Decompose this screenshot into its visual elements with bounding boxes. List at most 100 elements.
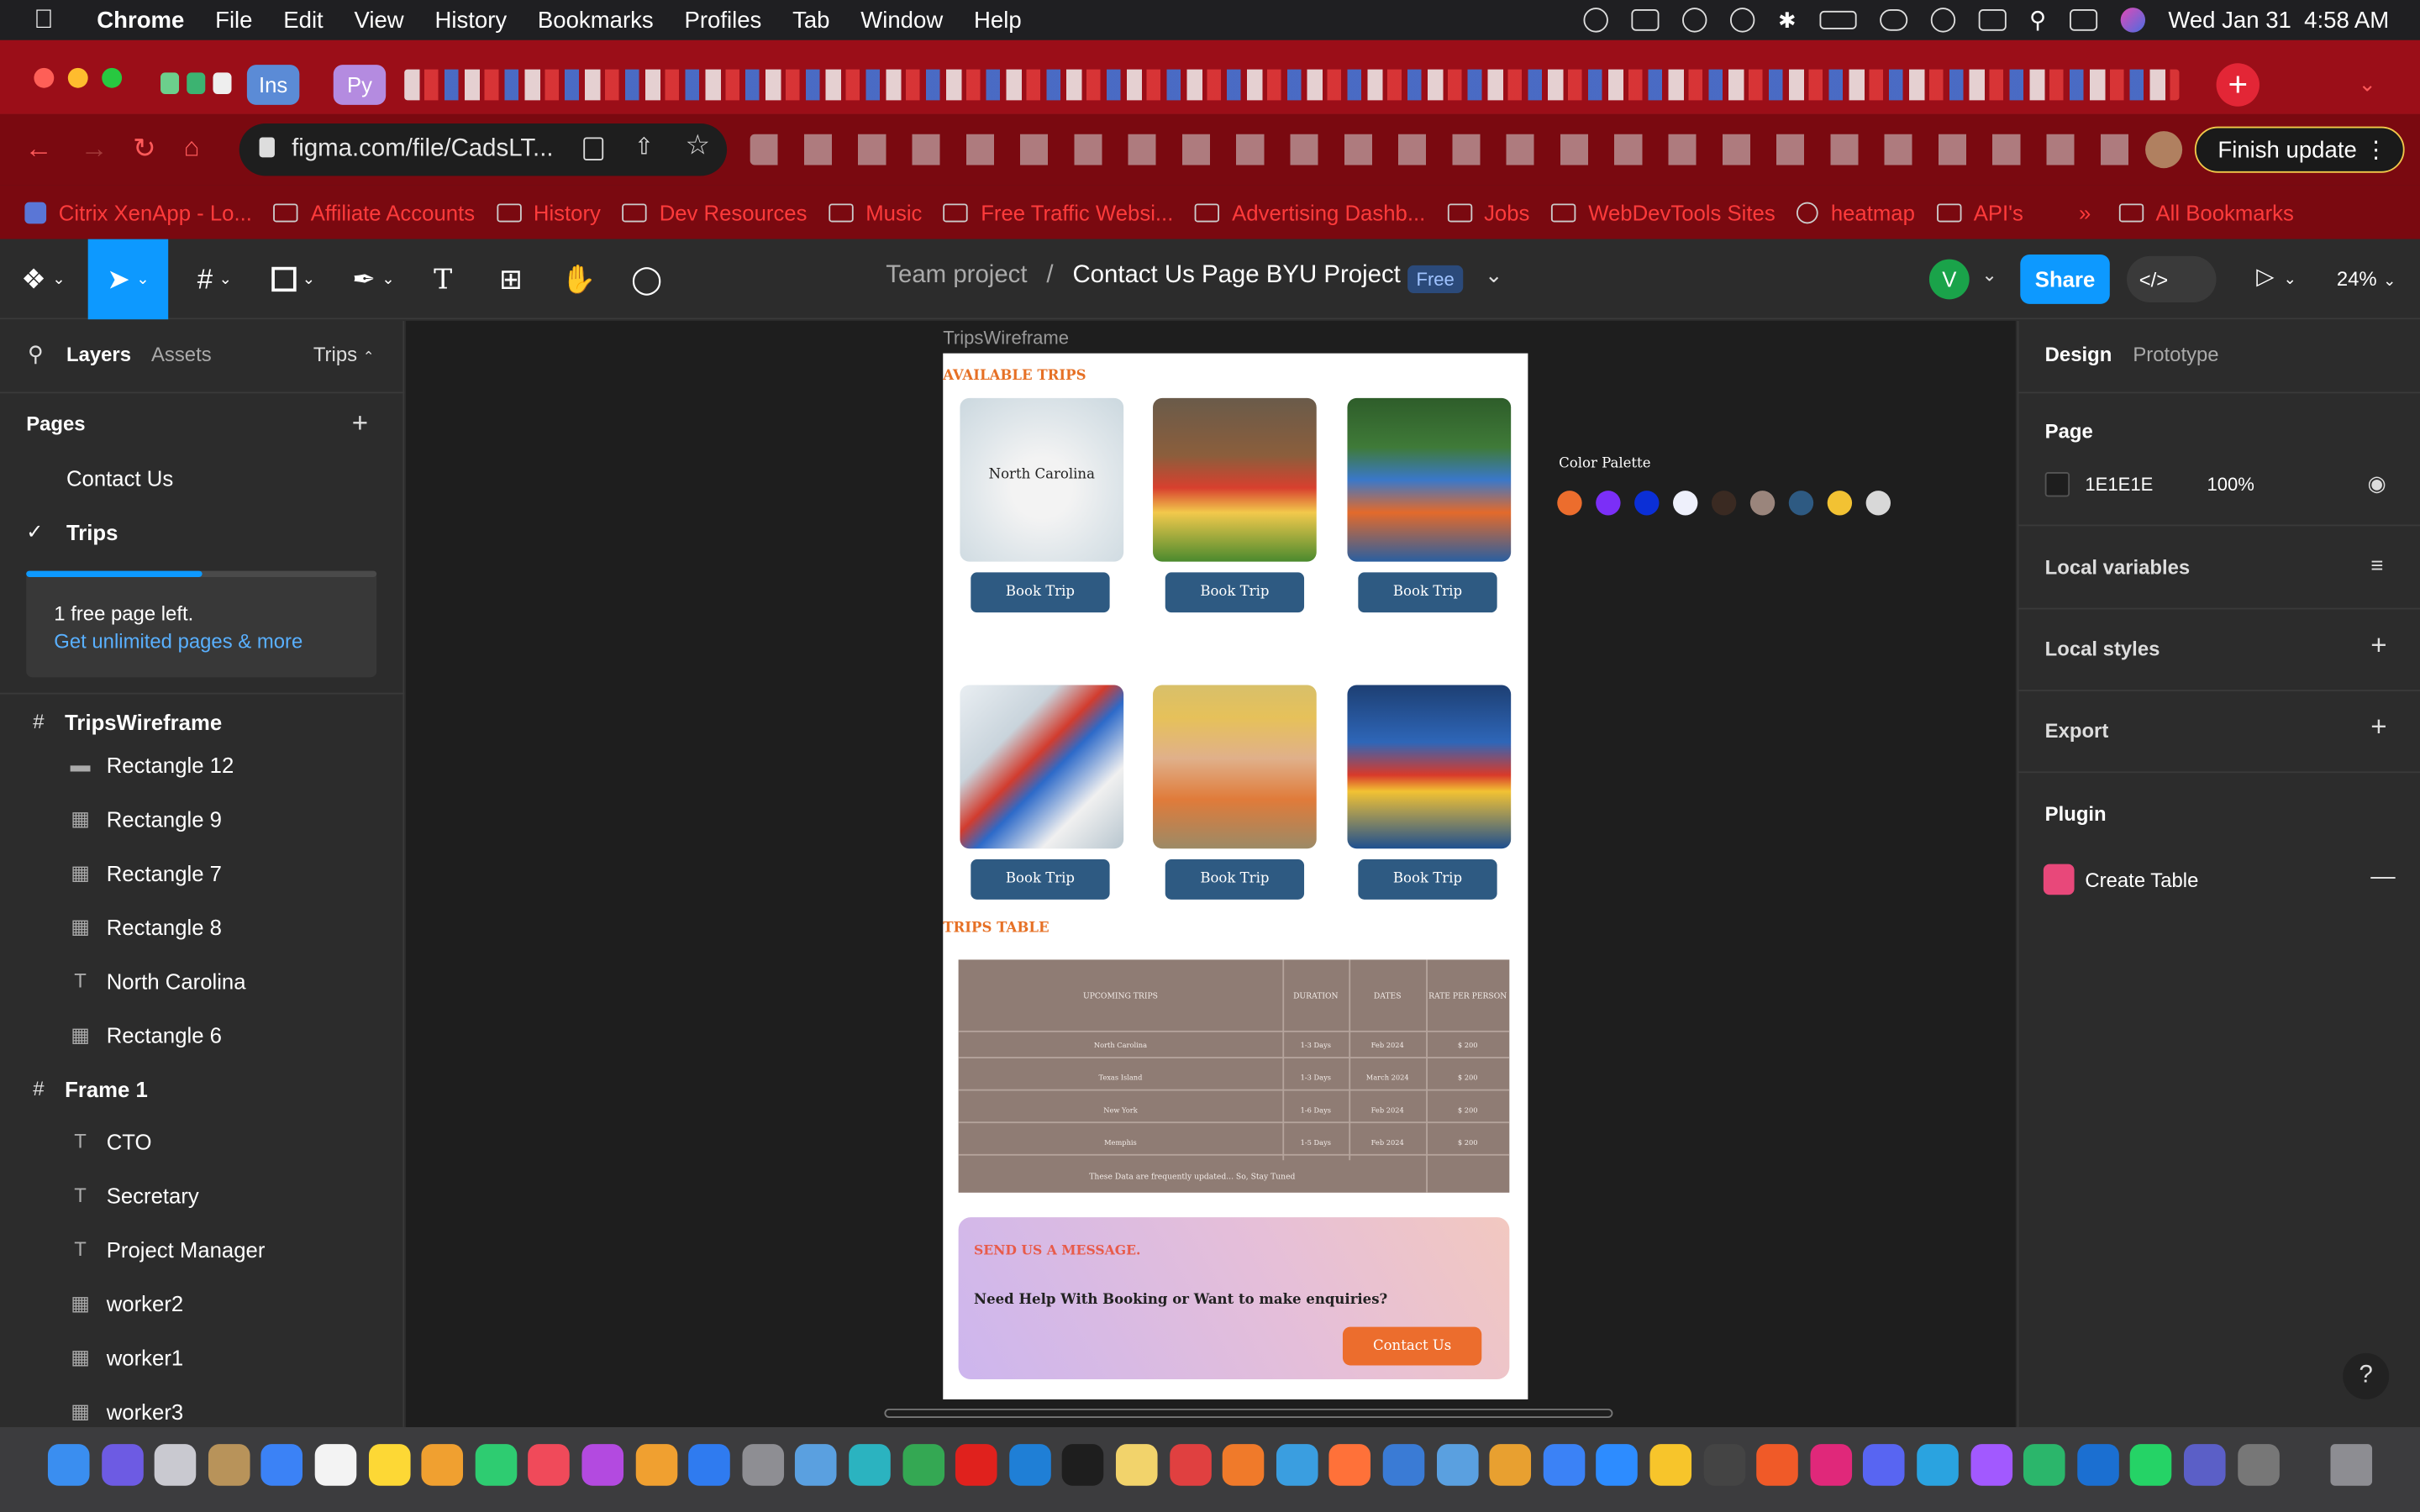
- table-plugin-icon[interactable]: [2043, 864, 2075, 895]
- palette-swatch[interactable]: [1557, 491, 1582, 516]
- status-icon[interactable]: [1631, 9, 1660, 31]
- dock-app-icon[interactable]: [2183, 1444, 2226, 1486]
- layer-item[interactable]: ▦ Rectangle 6: [0, 1007, 404, 1061]
- home-icon[interactable]: ⌂: [184, 133, 200, 164]
- dock-app-icon[interactable]: [1756, 1444, 1799, 1486]
- bg-color-swatch[interactable]: [2044, 472, 2070, 497]
- keyboard-icon[interactable]: [1978, 9, 2007, 31]
- apple-icon[interactable]: : [34, 5, 53, 36]
- frame-label[interactable]: TripsWireframe: [943, 327, 1069, 349]
- new-tab-button[interactable]: +: [2216, 63, 2260, 107]
- menu-bookmarks[interactable]: Bookmarks: [538, 7, 654, 33]
- bg-opacity-value[interactable]: 100%: [2207, 474, 2254, 496]
- clock-datetime[interactable]: Wed Jan 31 4:58 AM: [2168, 7, 2389, 33]
- address-bar[interactable]: figma.com/file/CadsLT... ⇧ ☆: [239, 123, 728, 176]
- share-button[interactable]: Share: [2020, 255, 2110, 304]
- export-label[interactable]: Export: [2045, 719, 2109, 743]
- palette-swatch[interactable]: [1749, 491, 1776, 516]
- frame-tool-icon[interactable]: # ⌄: [184, 239, 245, 320]
- dock-app-icon[interactable]: [1810, 1444, 1852, 1486]
- dock-app-icon[interactable]: [742, 1444, 784, 1486]
- dev-mode-toggle[interactable]: </>: [2127, 255, 2217, 302]
- dock-app-icon[interactable]: [1329, 1444, 1371, 1486]
- battery-icon[interactable]: [1819, 10, 1857, 29]
- pen-tool-icon[interactable]: ✒ ⌄: [343, 239, 404, 320]
- local-styles-label[interactable]: Local styles: [2045, 638, 2160, 661]
- book-trip-button[interactable]: Book Trip: [1358, 859, 1497, 900]
- tab-manager-icon[interactable]: [583, 137, 604, 161]
- bg-hex-value[interactable]: 1E1E1E: [2085, 474, 2153, 496]
- user-icon[interactable]: [1930, 8, 1955, 33]
- tab-favicons-strip[interactable]: [404, 69, 2180, 101]
- help-button[interactable]: ?: [2343, 1352, 2390, 1399]
- forward-icon[interactable]: →: [81, 133, 108, 165]
- dock-app-icon[interactable]: [581, 1444, 624, 1486]
- book-trip-button[interactable]: Book Trip: [971, 572, 1110, 613]
- menu-history[interactable]: History: [434, 7, 507, 33]
- file-name[interactable]: Contact Us Page BYU Project: [1072, 262, 1400, 288]
- tab-design[interactable]: Design: [2045, 343, 2112, 366]
- dock-app-icon[interactable]: [528, 1444, 571, 1486]
- dock-app-icon[interactable]: [314, 1444, 357, 1486]
- horizontal-scrollbar[interactable]: [884, 1408, 1613, 1418]
- back-icon[interactable]: ←: [24, 133, 52, 165]
- book-trip-button[interactable]: Book Trip: [971, 859, 1110, 900]
- resources-tool-icon[interactable]: ⊞: [487, 239, 534, 320]
- bookmark-dev-resources[interactable]: Dev Resources: [622, 200, 807, 224]
- dock-app-icon[interactable]: [261, 1444, 303, 1486]
- tab-prototype[interactable]: Prototype: [2133, 343, 2218, 366]
- zoom-level[interactable]: 24% ⌄: [2337, 267, 2396, 291]
- dock-app-icon[interactable]: [1115, 1444, 1158, 1486]
- layer-item[interactable]: T Project Manager: [0, 1222, 404, 1276]
- dock-app-icon[interactable]: [1276, 1444, 1318, 1486]
- palette-swatch[interactable]: [1673, 491, 1698, 516]
- dock-app-icon[interactable]: [101, 1444, 144, 1486]
- book-trip-button[interactable]: Book Trip: [1358, 572, 1497, 613]
- move-tool-icon[interactable]: ➤ ⌄: [87, 239, 169, 320]
- palette-swatch[interactable]: [1788, 491, 1814, 516]
- reload-icon[interactable]: ↻: [133, 133, 156, 165]
- figma-menu-icon[interactable]: ❖ ⌄: [15, 239, 71, 320]
- menu-help[interactable]: Help: [974, 7, 1022, 33]
- upgrade-card[interactable]: 1 free page left. Get unlimited pages & …: [26, 570, 377, 678]
- tab-favicon[interactable]: [187, 72, 206, 95]
- overflow-chevron-icon[interactable]: »: [2079, 200, 2091, 224]
- dock-app-icon[interactable]: [902, 1444, 944, 1486]
- bookmark-music[interactable]: Music: [829, 200, 922, 224]
- present-play-icon[interactable]: ▷ ⌄: [2256, 262, 2296, 290]
- layer-frame-frame-1[interactable]: # Frame 1: [0, 1062, 404, 1116]
- share-page-icon[interactable]: ⇧: [634, 133, 654, 160]
- dock-app-icon[interactable]: [368, 1444, 410, 1486]
- profile-avatar[interactable]: [2145, 131, 2183, 169]
- layer-item[interactable]: ▦ Rectangle 7: [0, 846, 404, 900]
- layer-item[interactable]: ▦ Rectangle 8: [0, 900, 404, 953]
- dock-app-icon[interactable]: [1436, 1444, 1478, 1486]
- menu-profiles[interactable]: Profiles: [684, 7, 761, 33]
- layer-item[interactable]: ▦ worker1: [0, 1330, 404, 1383]
- dock-app-icon[interactable]: [2023, 1444, 2065, 1486]
- search-icon[interactable]: ⚲: [2029, 6, 2046, 34]
- tab-layers[interactable]: Layers: [66, 343, 131, 366]
- tab-search-chevron-icon[interactable]: ⌄: [2359, 71, 2377, 97]
- all-bookmarks[interactable]: All Bookmarks: [2118, 200, 2294, 224]
- bookmark-affiliate[interactable]: Affiliate Accounts: [273, 200, 475, 224]
- pinned-tab-ins[interactable]: Ins: [246, 65, 300, 105]
- dock-app-icon[interactable]: [1917, 1444, 1959, 1486]
- layer-item[interactable]: T CTO: [0, 1114, 404, 1168]
- dock-app-icon[interactable]: [688, 1444, 731, 1486]
- palette-swatch[interactable]: [1865, 491, 1891, 516]
- dock-app-icon[interactable]: [1703, 1444, 1745, 1486]
- tab-assets[interactable]: Assets: [151, 343, 212, 366]
- search-icon[interactable]: ⚲: [28, 341, 44, 367]
- layer-item[interactable]: ▬ Rectangle 12: [0, 738, 404, 791]
- menu-file[interactable]: File: [215, 7, 252, 33]
- comment-tool-icon[interactable]: ◯: [623, 239, 670, 320]
- bookmark-jobs[interactable]: Jobs: [1446, 200, 1529, 224]
- variables-icon[interactable]: ≡: [2370, 553, 2383, 577]
- bookmark-star-icon[interactable]: ☆: [686, 129, 711, 162]
- hand-tool-icon[interactable]: ✋: [555, 239, 602, 320]
- dock-app-icon[interactable]: [421, 1444, 464, 1486]
- dock-app-icon[interactable]: [1382, 1444, 1425, 1486]
- page-item-trips[interactable]: ✓ Trips: [0, 505, 404, 559]
- breadcrumb-team[interactable]: Team project: [886, 262, 1027, 288]
